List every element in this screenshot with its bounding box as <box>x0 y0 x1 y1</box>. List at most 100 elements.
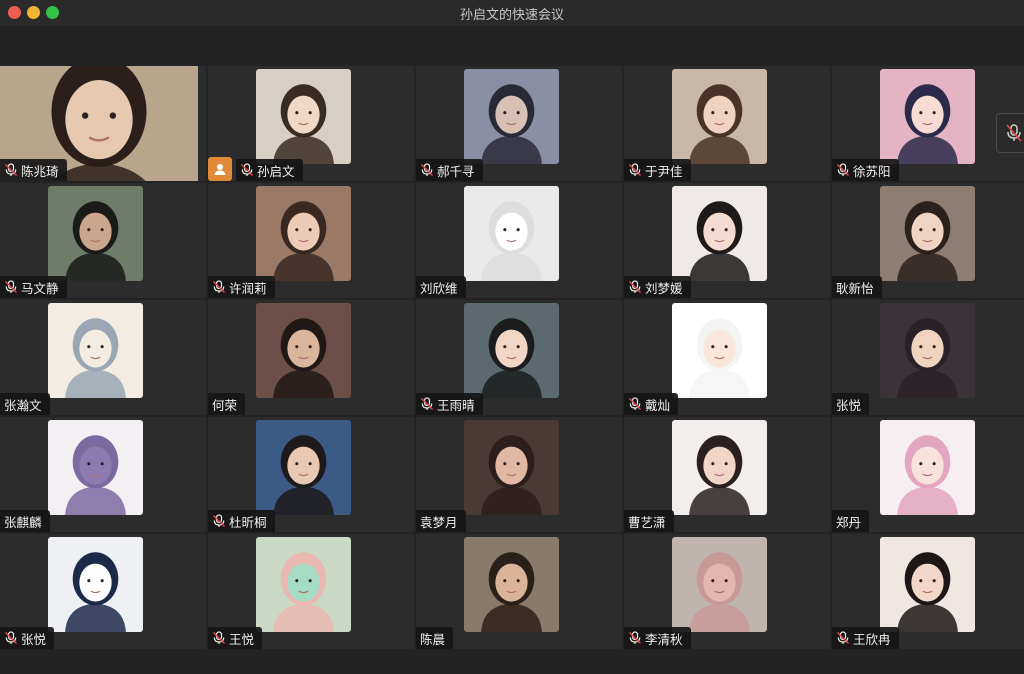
participant-nameplate: 刘梦媛 <box>624 276 691 298</box>
participant-nameplate: 何荣 <box>208 393 246 415</box>
muted-microphone-icon <box>5 163 17 176</box>
participant-avatar <box>48 186 143 281</box>
participant-tile[interactable]: 郑丹 <box>832 417 1024 532</box>
participant-avatar <box>672 537 767 632</box>
participant-tile[interactable]: 陈兆琦 <box>0 66 206 181</box>
participant-grid: 陈兆琦 孙启文 郝千寻 于尹佳 徐苏阳马文静 许润莉 刘欣维 刘梦媛 耿新怡张瀚文 何荣 王雨晴 戴灿… <box>0 66 1024 649</box>
participant-avatar <box>256 186 351 281</box>
muted-microphone-icon <box>213 280 225 293</box>
participant-tile[interactable]: 于尹佳 <box>624 66 830 181</box>
participant-tile[interactable]: 孙启文 <box>208 66 414 181</box>
participant-tile[interactable]: 许润莉 <box>208 183 414 298</box>
participant-avatar <box>464 69 559 164</box>
host-badge-icon <box>208 157 232 181</box>
muted-microphone-icon <box>629 397 641 410</box>
participant-avatar <box>256 420 351 515</box>
participant-tile[interactable]: 耿新怡 <box>832 183 1024 298</box>
participant-tile[interactable]: 郝千寻 <box>416 66 622 181</box>
muted-microphone-icon <box>1006 124 1022 142</box>
participant-name: 许润莉 <box>229 280 267 296</box>
participant-nameplate: 马文静 <box>0 276 67 298</box>
participant-nameplate: 郝千寻 <box>416 159 483 181</box>
muted-microphone-icon <box>5 280 17 293</box>
participant-tile[interactable]: 陈晨 <box>416 534 622 649</box>
participant-nameplate: 郑丹 <box>832 510 870 532</box>
participant-name: 王雨晴 <box>437 397 475 413</box>
muted-microphone-icon <box>629 163 641 176</box>
participant-tile[interactable]: 马文静 <box>0 183 206 298</box>
participant-nameplate: 戴灿 <box>624 393 679 415</box>
participant-avatar <box>256 69 351 164</box>
window-title: 孙启文的快速会议 <box>459 8 564 23</box>
participant-name: 陈晨 <box>420 631 446 647</box>
participant-name: 刘欣维 <box>420 280 458 296</box>
muted-microphone-icon <box>241 163 253 176</box>
participant-tile[interactable]: 袁梦月 <box>416 417 622 532</box>
participant-name: 徐苏阳 <box>853 163 891 179</box>
participant-name: 戴灿 <box>645 397 671 413</box>
participant-name: 郑丹 <box>836 514 862 530</box>
participant-name: 马文静 <box>21 280 59 296</box>
participant-nameplate: 袁梦月 <box>416 510 466 532</box>
participant-name: 王欣冉 <box>853 631 891 647</box>
muted-microphone-icon <box>213 514 225 527</box>
participant-nameplate: 许润莉 <box>208 276 275 298</box>
participant-tile[interactable]: 刘梦媛 <box>624 183 830 298</box>
participant-nameplate: 张悦 <box>0 627 55 649</box>
participant-nameplate: 杜昕桐 <box>208 510 275 532</box>
participant-tile[interactable]: 刘欣维 <box>416 183 622 298</box>
participant-avatar <box>880 186 975 281</box>
participant-avatar <box>672 186 767 281</box>
participant-tile[interactable]: 戴灿 <box>624 300 830 415</box>
muted-microphone-icon <box>837 631 849 644</box>
participant-tile[interactable]: 王雨晴 <box>416 300 622 415</box>
participant-name: 耿新怡 <box>836 280 874 296</box>
participant-tile[interactable]: 杜昕桐 <box>208 417 414 532</box>
participant-tile[interactable]: 张悦 <box>0 534 206 649</box>
participant-tile[interactable]: 王欣冉 <box>832 534 1024 649</box>
participant-nameplate: 耿新怡 <box>832 276 882 298</box>
participant-name: 张悦 <box>836 397 862 413</box>
participant-tile[interactable]: 张麒麟 <box>0 417 206 532</box>
muted-microphone-icon <box>837 163 849 176</box>
participant-tile[interactable]: 王悦 <box>208 534 414 649</box>
participant-avatar <box>880 69 975 164</box>
participant-tile[interactable]: 李清秋 <box>624 534 830 649</box>
participant-nameplate: 于尹佳 <box>624 159 691 181</box>
participant-nameplate: 张悦 <box>832 393 870 415</box>
participant-tile[interactable]: 何荣 <box>208 300 414 415</box>
participant-name: 孙启文 <box>257 163 295 179</box>
participant-name: 陈兆琦 <box>21 163 59 179</box>
participant-nameplate: 王雨晴 <box>416 393 483 415</box>
participant-nameplate: 陈兆琦 <box>0 159 67 181</box>
participant-avatar <box>464 186 559 281</box>
participant-name: 刘梦媛 <box>645 280 683 296</box>
participant-name: 何荣 <box>212 397 238 413</box>
participant-avatar <box>672 420 767 515</box>
muted-microphone-icon <box>421 397 433 410</box>
bottom-bar <box>0 650 1024 674</box>
participant-name: 于尹佳 <box>645 163 683 179</box>
participant-name: 李清秋 <box>645 631 683 647</box>
participant-name: 王悦 <box>229 631 255 647</box>
muted-microphone-icon <box>421 163 433 176</box>
muted-microphone-icon <box>5 631 17 644</box>
participant-nameplate: 刘欣维 <box>416 276 466 298</box>
participant-avatar <box>672 303 767 398</box>
participant-name: 张瀚文 <box>4 397 42 413</box>
participant-nameplate: 曹艺潇 <box>624 510 674 532</box>
participant-tile[interactable]: 曹艺潇 <box>624 417 830 532</box>
participant-tile[interactable]: 张瀚文 <box>0 300 206 415</box>
window-titlebar: 孙启文的快速会议 <box>0 0 1024 26</box>
participant-avatar <box>48 303 143 398</box>
participant-avatar <box>880 420 975 515</box>
participant-avatar <box>672 69 767 164</box>
participant-nameplate: 李清秋 <box>624 627 691 649</box>
participant-avatar <box>48 537 143 632</box>
mute-toggle-button[interactable] <box>996 113 1024 153</box>
participant-avatar <box>880 537 975 632</box>
participant-nameplate: 王悦 <box>208 627 263 649</box>
participant-tile[interactable]: 张悦 <box>832 300 1024 415</box>
muted-microphone-icon <box>629 280 641 293</box>
participant-name: 郝千寻 <box>437 163 475 179</box>
